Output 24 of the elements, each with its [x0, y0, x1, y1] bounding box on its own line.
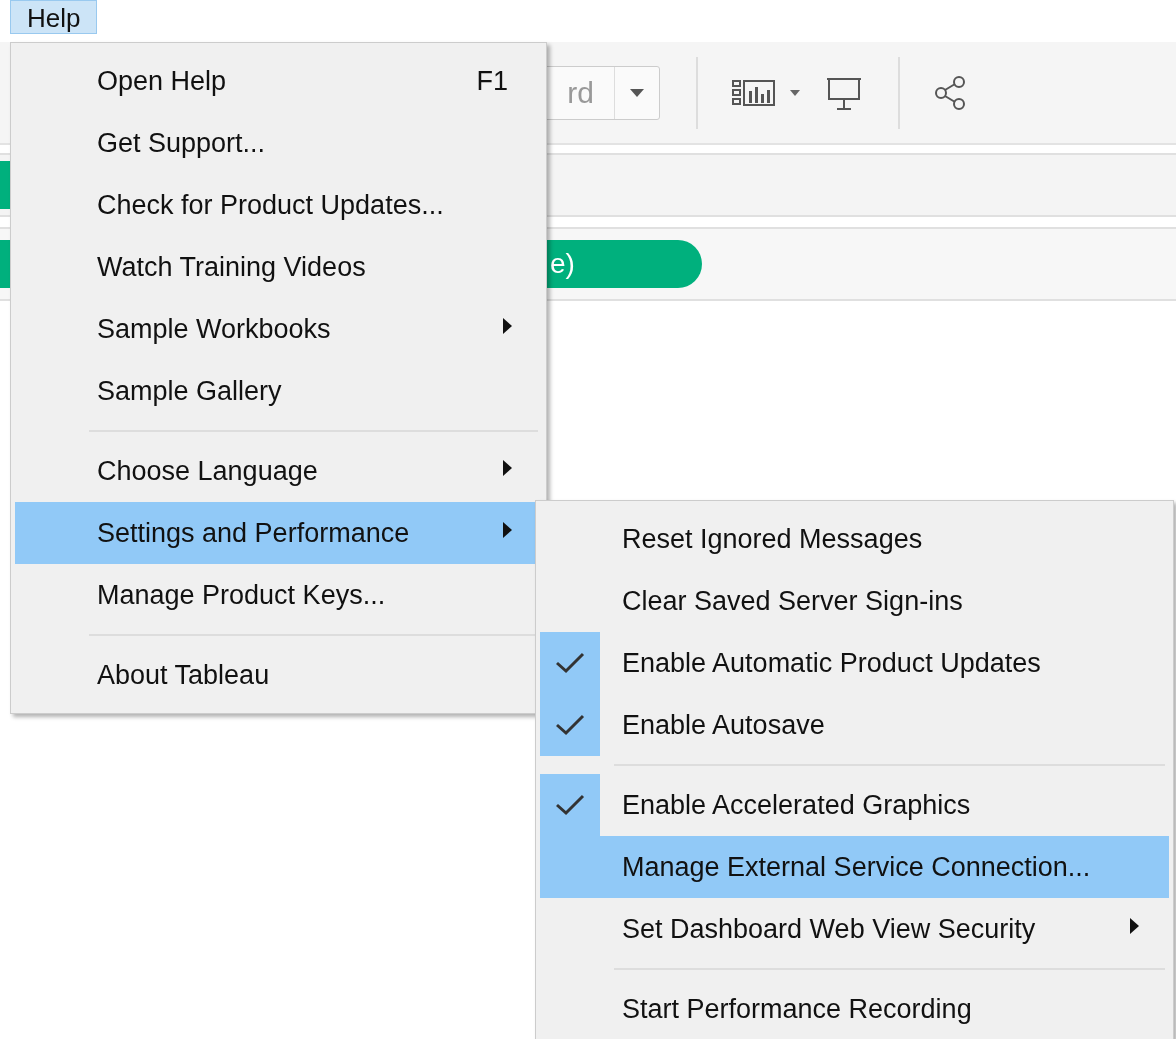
menu-item[interactable]: Enable Automatic Product Updates: [540, 632, 1169, 694]
chart-icon[interactable]: [732, 78, 776, 107]
caret-icon: [630, 88, 644, 97]
menu-item[interactable]: Start Performance Recording: [540, 978, 1169, 1039]
submenu-arrow-icon: [503, 318, 512, 334]
presentation-icon[interactable]: [826, 75, 862, 110]
menu-item[interactable]: Clear Saved Server Sign-ins: [540, 570, 1169, 632]
menu-bar-item[interactable]: Help: [10, 0, 98, 34]
caret-icon[interactable]: [790, 89, 800, 96]
menu-item[interactable]: Sample Workbooks: [15, 298, 542, 360]
shortcut-label: F1: [476, 65, 508, 97]
submenu-arrow-icon: [503, 460, 512, 476]
share-icon[interactable]: [934, 75, 966, 110]
submenu-arrow-icon: [1130, 918, 1139, 934]
menu-item[interactable]: Sample Gallery: [15, 360, 542, 422]
menu-item[interactable]: Choose Language: [15, 440, 542, 502]
menu-item[interactable]: Check for Product Updates...: [15, 174, 542, 236]
menu-item[interactable]: Reset Ignored Messages: [540, 508, 1169, 570]
menu-item[interactable]: Enable Autosave: [540, 694, 1169, 756]
menu-item[interactable]: Enable Accelerated Graphics: [540, 774, 1169, 836]
menu-item[interactable]: Set Dashboard Web View Security: [540, 898, 1169, 960]
menu-item[interactable]: Manage External Service Connection...: [540, 836, 1169, 898]
menu-item[interactable]: Watch Training Videos: [15, 236, 542, 298]
submenu-arrow-icon: [503, 522, 512, 538]
